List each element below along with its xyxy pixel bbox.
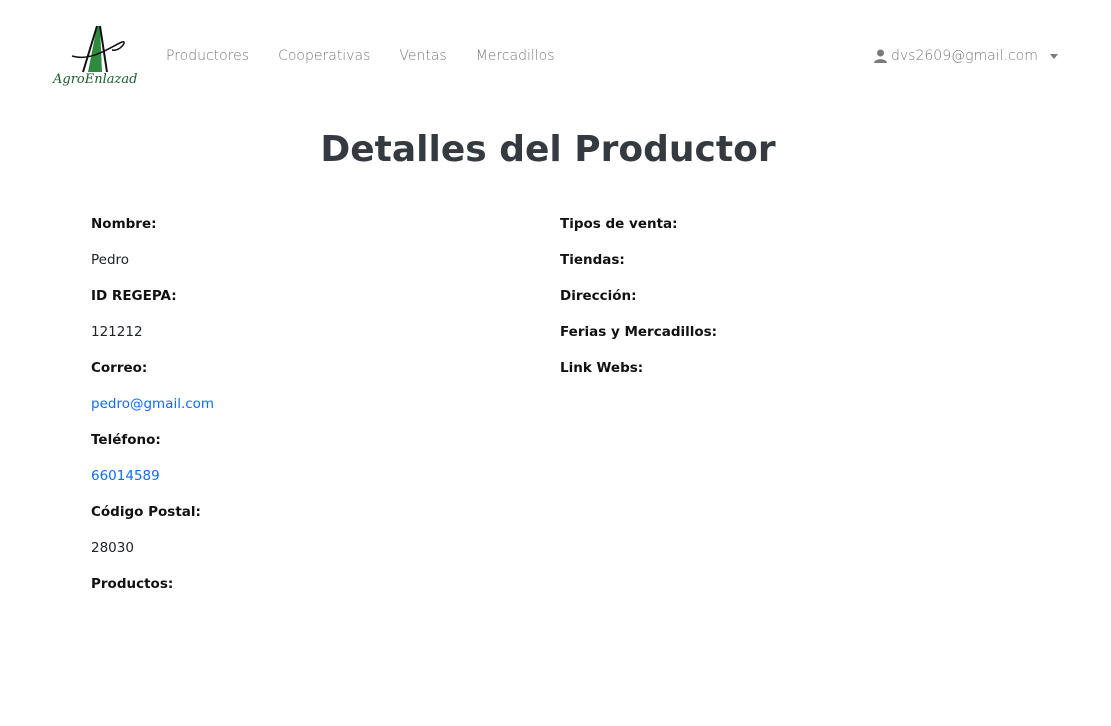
- codigo-postal-label: Código Postal:: [91, 504, 201, 520]
- user-icon: [874, 49, 887, 63]
- regepa-label: ID REGEPA:: [91, 288, 177, 304]
- telefono-label: Teléfono:: [91, 432, 161, 448]
- user-email: dvs2609@gmail.com: [891, 48, 1038, 64]
- svg-text:AgroEnlazados: AgroEnlazados: [52, 72, 138, 87]
- nav-ventas[interactable]: Ventas: [399, 46, 446, 66]
- navbar: AgroEnlazados Productores Cooperativas V…: [0, 0, 1111, 112]
- regepa-value: 121212: [91, 324, 143, 340]
- user-dropdown[interactable]: dvs2609@gmail.com: [874, 46, 1058, 66]
- correo-link[interactable]: pedro@gmail.com: [91, 396, 214, 412]
- productos-label: Productos:: [91, 576, 174, 592]
- page-title: Detalles del Productor: [320, 129, 776, 170]
- ferias-mercadillos-label: Ferias y Mercadillos:: [560, 324, 718, 340]
- agroenlazados-logo[interactable]: AgroEnlazados: [52, 22, 138, 90]
- chevron-down-icon: [1049, 53, 1058, 59]
- nombre-label: Nombre:: [91, 216, 157, 232]
- nav-cooperativas[interactable]: Cooperativas: [278, 46, 370, 66]
- nombre-value: Pedro: [91, 252, 130, 268]
- tiendas-label: Tiendas:: [560, 252, 625, 268]
- codigo-postal-value: 28030: [91, 540, 134, 556]
- correo-label: Correo:: [91, 360, 148, 376]
- link-webs-label: Link Webs:: [560, 360, 644, 376]
- telefono-link[interactable]: 66014589: [91, 468, 160, 484]
- details-left-column: Nombre: Pedro ID REGEPA: 121212 Correo: …: [91, 213, 214, 609]
- details-right-column: Tipos de venta: Tiendas: Dirección: Feri…: [560, 213, 717, 393]
- nav-mercadillos[interactable]: Mercadillos: [476, 46, 555, 66]
- direccion-label: Dirección:: [560, 288, 637, 304]
- main-nav: Productores Cooperativas Ventas Mercadil…: [166, 46, 584, 66]
- tipos-venta-label: Tipos de venta:: [560, 216, 678, 232]
- nav-productores[interactable]: Productores: [166, 46, 249, 66]
